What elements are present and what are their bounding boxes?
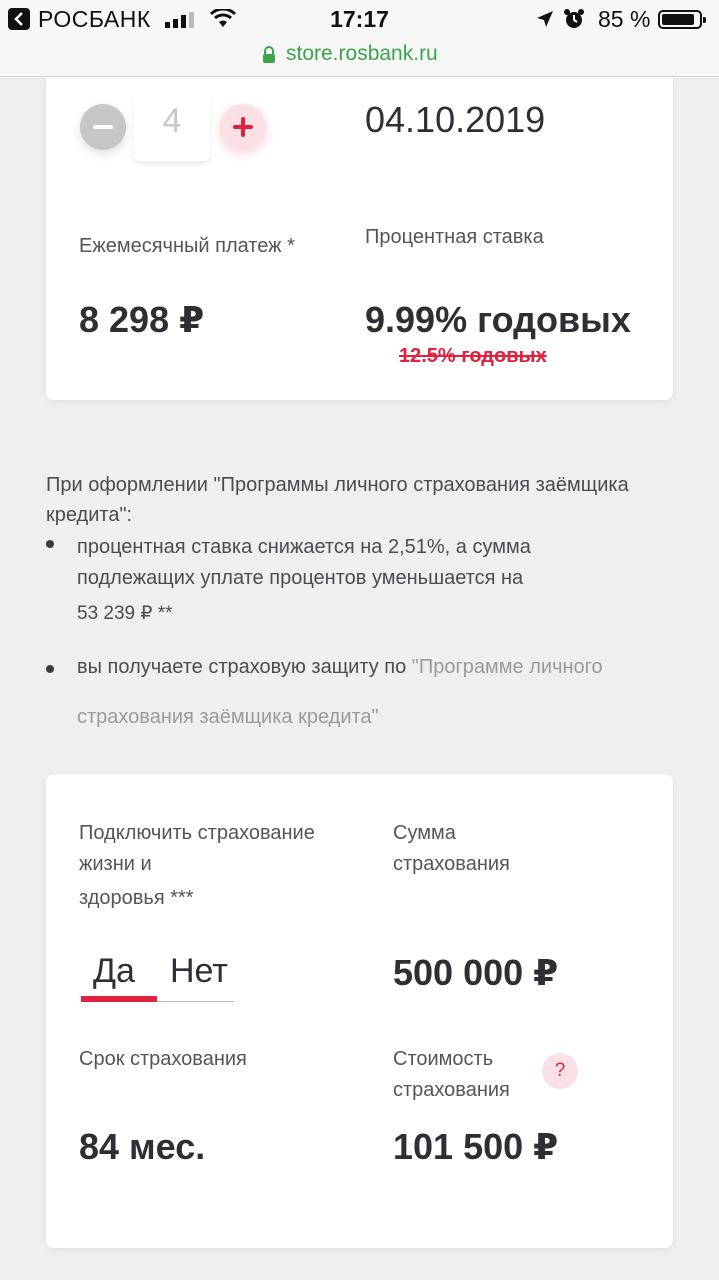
loan-summary-card: 4 04.10.2019 Ежемесячный платеж * Процен… bbox=[46, 77, 673, 400]
bullet-rate-reduction-text: процентная ставка снижается на 2,51%, а … bbox=[77, 536, 531, 589]
interest-rate-label: Процентная ставка bbox=[365, 226, 544, 248]
bullet-protection-text: вы получаете страховую защиту по "Програ… bbox=[77, 656, 603, 679]
insurance-sum-value: 500 000 ₽ bbox=[393, 952, 559, 993]
bullet-protection-label: вы получаете страховую защиту по bbox=[77, 656, 407, 678]
alarm-icon bbox=[564, 9, 584, 28]
insurance-program-link-continued[interactable]: страхования заёмщика кредита" bbox=[77, 706, 379, 729]
stepper-value[interactable]: 4 bbox=[134, 95, 210, 161]
increment-button[interactable] bbox=[220, 104, 266, 150]
help-question-icon[interactable]: ? bbox=[542, 1053, 578, 1089]
insurance-no-option[interactable]: Нет bbox=[170, 952, 228, 991]
interest-savings-amount: 53 239 ₽ ** bbox=[77, 603, 173, 624]
monthly-payment-label: Ежемесячный платеж * bbox=[79, 235, 295, 257]
connect-insurance-label-end: здоровья *** bbox=[79, 887, 194, 909]
insurance-intro-text: При оформлении "Программы личного страхо… bbox=[46, 474, 629, 526]
insurance-term-value: 84 мес. bbox=[79, 1126, 206, 1167]
insurance-card: Подключить страхование жизни и здоровья … bbox=[46, 774, 673, 1248]
location-arrow-icon bbox=[537, 11, 553, 27]
insurance-term-label: Срок страхования bbox=[79, 1048, 247, 1070]
selected-option-indicator bbox=[81, 996, 157, 1002]
interest-rate-value: 9.99% годовых bbox=[365, 299, 631, 340]
battery-icon bbox=[658, 10, 706, 29]
connect-insurance-label: Подключить страхование жизни и bbox=[79, 822, 315, 875]
monthly-payment-value: 8 298 ₽ bbox=[79, 299, 205, 340]
old-interest-rate: 12.5% годовых bbox=[399, 345, 547, 367]
lock-icon bbox=[263, 46, 275, 63]
insurance-yes-option[interactable]: Да bbox=[93, 952, 135, 991]
url-text: store.rosbank.ru bbox=[286, 42, 438, 65]
decrement-button[interactable] bbox=[80, 104, 126, 150]
insurance-sum-label: Сумма страхования bbox=[393, 822, 510, 875]
loan-date: 04.10.2019 bbox=[365, 99, 546, 140]
bullet-dot bbox=[46, 540, 54, 548]
bullet-dot bbox=[46, 665, 54, 673]
insurance-program-link[interactable]: "Программе личного bbox=[412, 656, 603, 678]
insurance-cost-value: 101 500 ₽ bbox=[393, 1126, 559, 1167]
battery-percent: 85 % bbox=[598, 6, 651, 32]
status-bar: РОСБАНК 17:17 85 % bbox=[0, 0, 719, 40]
address-bar[interactable]: store.rosbank.ru bbox=[0, 40, 719, 77]
